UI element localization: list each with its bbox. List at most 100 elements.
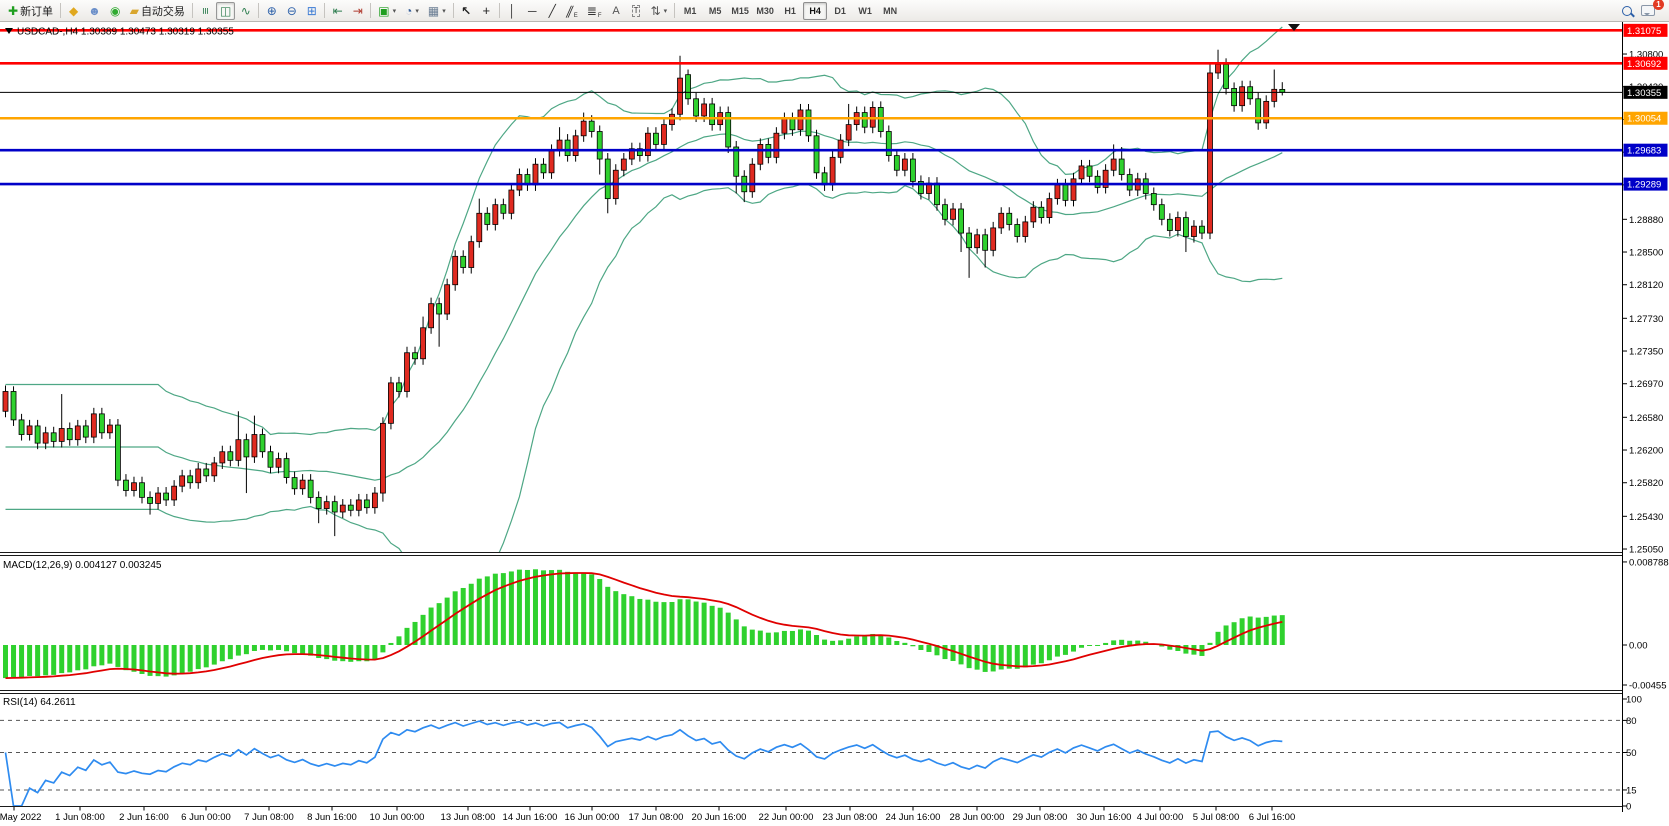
svg-text:22 Jun 00:00: 22 Jun 00:00 [759, 812, 814, 823]
arrows-dropdown[interactable]: ⇅ ▾ [647, 2, 672, 20]
chart-shift-button[interactable]: ⇥ [348, 2, 367, 20]
svg-text:15: 15 [1626, 785, 1637, 796]
application-window: ✚ 新订单 ◆ ☻ ◉ ▰ 自动交易 ≡ ◫ ∿ ⊕ ⊖ [0, 0, 1669, 826]
line-chart-icon: ∿ [241, 5, 251, 17]
text-icon: A [612, 5, 619, 17]
toolbar-separator [370, 3, 371, 18]
svg-text:-0.00455: -0.00455 [1629, 681, 1667, 692]
line-chart-mode-button[interactable]: ∿ [236, 2, 255, 20]
signal-icon: ◉ [110, 5, 120, 17]
zoom-out-icon: ⊖ [287, 5, 297, 17]
timeframe-m30[interactable]: M30 [753, 2, 777, 20]
toolbar-separator [453, 3, 454, 18]
svg-text:16 Jun 00:00: 16 Jun 00:00 [565, 812, 620, 823]
profiles-icon: ☻ [88, 5, 101, 17]
vertical-line-tool[interactable]: │ [503, 2, 522, 20]
svg-text:4 Jul 00:00: 4 Jul 00:00 [1137, 812, 1183, 823]
signal-button[interactable]: ◉ [106, 2, 125, 20]
chart-canvas[interactable]: 1.308001.304201.300401.296601.292801.288… [0, 0, 1669, 826]
fibonacci-letter: F [598, 13, 602, 19]
svg-text:1.29683: 1.29683 [1627, 146, 1661, 157]
cursor-icon: ↖ [461, 5, 471, 17]
text-tool[interactable]: A [607, 2, 626, 20]
svg-text:0.008788: 0.008788 [1629, 557, 1669, 568]
trendline-icon: ╱ [549, 5, 556, 17]
text-label-icon: T [632, 5, 641, 17]
chevron-down-icon: ▾ [415, 7, 419, 15]
svg-text:6 Jul 16:00: 6 Jul 16:00 [1249, 812, 1295, 823]
toolbar-separator [192, 3, 193, 18]
new-order-label: 新订单 [20, 3, 53, 19]
fibonacci-icon: ≣ [587, 5, 597, 17]
cursor-button[interactable]: ↖ [457, 2, 476, 20]
chat-button[interactable]: 1 [1637, 2, 1659, 20]
market-watch-icon: ◆ [69, 5, 78, 17]
svg-text:1.28120: 1.28120 [1629, 280, 1663, 291]
notification-badge: 1 [1653, 0, 1664, 10]
timeframe-m15[interactable]: M15 [728, 2, 752, 20]
fibonacci-tool[interactable]: ≣ F [583, 2, 606, 20]
market-watch-button[interactable]: ◆ [64, 2, 83, 20]
periods-dropdown[interactable]: ◔ ▾ [401, 2, 423, 20]
candlestick-mode-button[interactable]: ◫ [216, 2, 235, 20]
search-icon [1622, 6, 1632, 16]
timeframe-m1[interactable]: M1 [678, 2, 702, 20]
toolbar-separator [60, 3, 61, 18]
timeframe-m5[interactable]: M5 [703, 2, 727, 20]
svg-text:1.28880: 1.28880 [1629, 215, 1663, 226]
svg-text:10 Jun 00:00: 10 Jun 00:00 [370, 812, 425, 823]
svg-text:2 Jun 16:00: 2 Jun 16:00 [119, 812, 169, 823]
new-chart-dropdown[interactable]: ▣ ▾ [374, 2, 400, 20]
text-label-tool[interactable]: T [627, 2, 646, 20]
svg-text:30 Jun 16:00: 30 Jun 16:00 [1077, 812, 1132, 823]
svg-text:1.28500: 1.28500 [1629, 248, 1663, 259]
autotrade-icon: ▰ [130, 5, 139, 17]
autotrade-button[interactable]: ▰ 自动交易 [126, 2, 189, 20]
equidistant-channel-tool[interactable]: ∥ E [563, 2, 582, 20]
zoom-in-button[interactable]: ⊕ [262, 2, 281, 20]
timeframe-h1[interactable]: H1 [778, 2, 802, 20]
channel-letter: E [574, 13, 578, 19]
svg-text:50: 50 [1626, 748, 1637, 759]
svg-text:24 Jun 16:00: 24 Jun 16:00 [886, 812, 941, 823]
horizontal-line-tool[interactable]: ─ [523, 2, 542, 20]
auto-scroll-button[interactable]: ⇤ [328, 2, 347, 20]
timeframe-d1[interactable]: D1 [828, 2, 852, 20]
svg-text:0.00: 0.00 [1629, 641, 1648, 652]
tile-windows-button[interactable]: ⊞ [302, 2, 321, 20]
svg-text:31 May 2022: 31 May 2022 [0, 812, 41, 823]
toolbar-separator [499, 3, 500, 18]
new-order-button[interactable]: ✚ 新订单 [4, 2, 57, 20]
search-button[interactable] [1617, 2, 1636, 20]
bar-chart-mode-button[interactable]: ≡ [196, 2, 215, 20]
svg-text:14 Jun 16:00: 14 Jun 16:00 [503, 812, 558, 823]
zoom-in-icon: ⊕ [267, 5, 277, 17]
trendline-tool[interactable]: ╱ [543, 2, 562, 20]
timeframe-h4[interactable]: H4 [803, 2, 827, 20]
svg-text:8 Jun 16:00: 8 Jun 16:00 [307, 812, 357, 823]
toolbar-separator [258, 3, 259, 18]
vertical-line-icon: │ [509, 5, 517, 17]
clock-icon: ◔ [405, 5, 412, 17]
candlestick-icon: ◫ [220, 5, 231, 17]
svg-text:23 Jun 08:00: 23 Jun 08:00 [823, 812, 878, 823]
svg-text:6 Jun 00:00: 6 Jun 00:00 [181, 812, 231, 823]
bar-chart-icon: ≡ [199, 7, 211, 14]
svg-text:1.27730: 1.27730 [1629, 314, 1663, 325]
zoom-out-button[interactable]: ⊖ [282, 2, 301, 20]
svg-text:1.26970: 1.26970 [1629, 379, 1663, 390]
chevron-down-icon: ▾ [393, 7, 397, 15]
svg-text:28 Jun 00:00: 28 Jun 00:00 [950, 812, 1005, 823]
timeframe-w1[interactable]: W1 [853, 2, 877, 20]
horizontal-line-icon: ─ [528, 5, 537, 17]
chart-background [0, 22, 1669, 826]
svg-text:1.25820: 1.25820 [1629, 478, 1663, 489]
symbol-ohlc-label: USDCAD-,H4 1.30389 1.30473 1.30319 1.303… [17, 27, 234, 38]
templates-dropdown[interactable]: ▦ ▾ [424, 2, 450, 20]
svg-text:5 Jul 08:00: 5 Jul 08:00 [1193, 812, 1239, 823]
crosshair-button[interactable]: + [477, 2, 496, 20]
timeframe-mn[interactable]: MN [878, 2, 902, 20]
svg-text:1.25050: 1.25050 [1629, 545, 1663, 556]
macd-label: MACD(12,26,9) 0.004127 0.003245 [3, 560, 162, 571]
profiles-button[interactable]: ☻ [84, 2, 105, 20]
